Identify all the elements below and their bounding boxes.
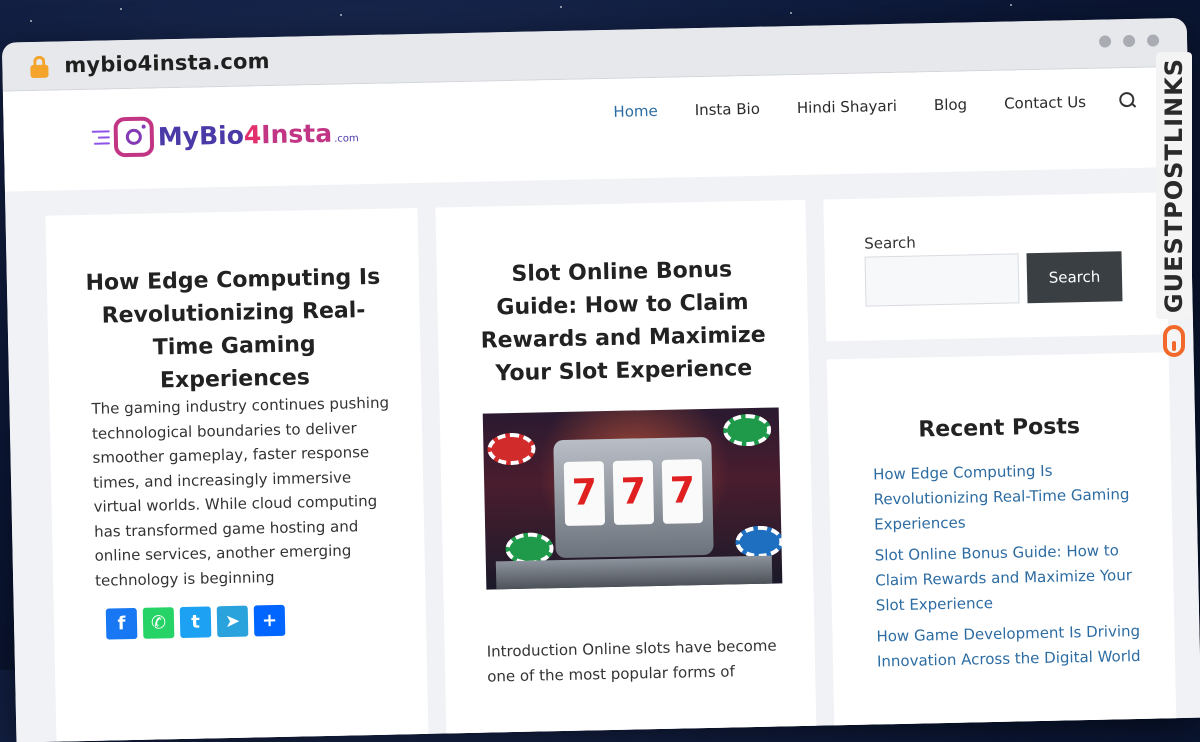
browser-window: mybio4insta.com MyBio4Insta .com Home Ins… xyxy=(1,17,1200,742)
main-nav: Home Insta Bio Hindi Shayari Blog Contac… xyxy=(613,92,1137,121)
recent-posts-list: How Edge Computing Is Revolutionizing Re… xyxy=(873,457,1150,681)
site-logo[interactable]: MyBio4Insta .com xyxy=(91,112,359,158)
recent-post-link[interactable]: How Edge Computing Is Revolutionizing Re… xyxy=(873,457,1147,538)
slot-reel: 7 xyxy=(612,460,655,525)
nav-contact-us[interactable]: Contact Us xyxy=(1004,93,1086,113)
lock-icon xyxy=(30,55,49,79)
logo-part-mybio: MyBio xyxy=(157,120,245,151)
post-featured-image[interactable]: 7 7 7 xyxy=(482,407,783,590)
instagram-camera-icon xyxy=(113,116,155,158)
nav-insta-bio[interactable]: Insta Bio xyxy=(695,100,761,119)
guestpostlinks-watermark: GUESTPOSTLINKS xyxy=(1152,52,1196,357)
recent-posts-title: Recent Posts xyxy=(918,414,1081,443)
nav-hindi-shayari[interactable]: Hindi Shayari xyxy=(797,97,897,117)
web-page: MyBio4Insta .com Home Insta Bio Hindi Sha… xyxy=(2,66,1200,742)
telegram-share-icon[interactable]: ➤ xyxy=(216,605,249,638)
post-excerpt: Introduction Online slots have become on… xyxy=(486,636,777,686)
slot-machine-illustration: 7 7 7 xyxy=(553,436,714,559)
post-excerpt: The gaming industry continues pushing te… xyxy=(91,393,390,590)
post-title[interactable]: Slot Online Bonus Guide: How to Claim Re… xyxy=(471,253,774,391)
watermark-text: GUESTPOSTLINKS xyxy=(1156,52,1192,320)
slot-reel: 7 xyxy=(661,459,704,524)
search-label: Search xyxy=(864,233,916,253)
url-text[interactable]: mybio4insta.com xyxy=(64,49,270,77)
post-title[interactable]: How Edge Computing Is Revolutionizing Re… xyxy=(77,261,392,400)
sidebar-recent-posts: Recent Posts How Edge Computing Is Revol… xyxy=(826,352,1177,742)
post-card-slot-bonus: Slot Online Bonus Guide: How to Claim Re… xyxy=(435,199,818,742)
window-controls xyxy=(1098,34,1160,48)
logo-part-insta: Insta xyxy=(260,118,333,149)
recent-post-link[interactable]: Slot Online Bonus Guide: How to Claim Re… xyxy=(875,538,1149,619)
twitter-share-icon[interactable]: t xyxy=(179,606,212,639)
post-card-edge-computing: How Edge Computing Is Revolutionizing Re… xyxy=(45,207,430,742)
nav-blog[interactable]: Blog xyxy=(934,95,968,114)
window-dot-icon[interactable] xyxy=(1122,34,1136,48)
window-dot-icon[interactable] xyxy=(1146,34,1160,47)
facebook-share-icon[interactable]: f xyxy=(105,607,138,640)
speed-lines-icon xyxy=(91,130,111,145)
logo-wordmark: MyBio4Insta .com xyxy=(158,118,359,151)
whatsapp-share-icon[interactable]: ✆ xyxy=(142,607,175,639)
slot-reel: 7 xyxy=(563,461,606,526)
search-input[interactable] xyxy=(864,253,1020,307)
logo-part-four: 4 xyxy=(243,119,262,150)
search-button[interactable]: Search xyxy=(1026,251,1123,304)
recent-post-link[interactable]: How Game Development Is Driving Innovati… xyxy=(876,619,1149,675)
logo-tld: .com xyxy=(334,132,359,145)
search-icon[interactable] xyxy=(1119,92,1137,110)
nav-home[interactable]: Home xyxy=(613,102,658,121)
share-buttons: f ✆ t ➤ + xyxy=(105,604,286,640)
sidebar-search-widget: Search Search xyxy=(823,192,1169,342)
window-dot-icon[interactable] xyxy=(1098,35,1112,48)
link-icon xyxy=(1163,325,1185,357)
share-more-icon[interactable]: + xyxy=(253,604,286,637)
